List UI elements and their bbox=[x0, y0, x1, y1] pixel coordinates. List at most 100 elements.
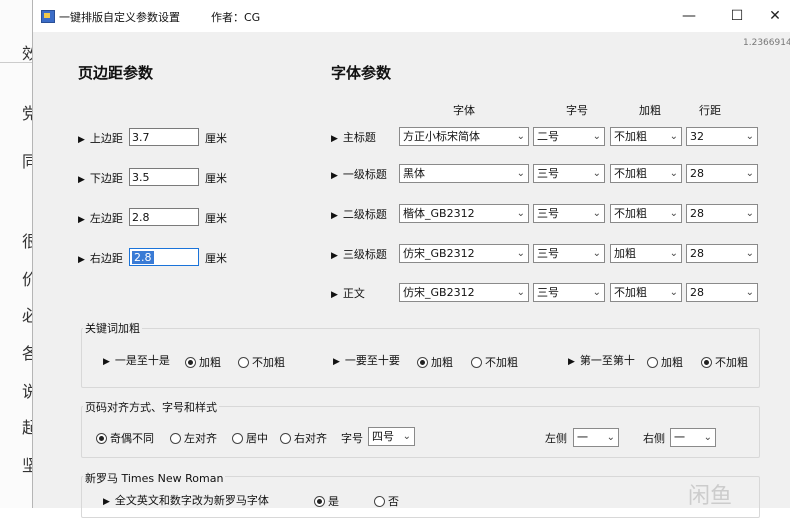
font-font-select[interactable]: 仿宋_GB2312 ⌄ bbox=[399, 283, 529, 302]
select-value: 32 bbox=[690, 130, 704, 143]
select-value: 不加粗 bbox=[614, 207, 647, 220]
select-value: 28 bbox=[690, 207, 704, 220]
arrow-icon: ▶ bbox=[568, 357, 575, 367]
times-font-radio[interactable]: 是 bbox=[314, 493, 339, 509]
times-font-row-label: ▶ 全文英文和数字改为新罗马字体 bbox=[103, 492, 269, 508]
font-row-label: ▶ 三级标题 bbox=[331, 246, 387, 262]
page-size-select[interactable]: 四号 ⌄ bbox=[368, 427, 415, 446]
page-align-radio[interactable]: 右对齐 bbox=[280, 430, 327, 446]
font-size-select[interactable]: 三号 ⌄ bbox=[533, 204, 605, 223]
radio-circle-icon bbox=[417, 357, 428, 368]
font-spacing-select[interactable]: 28 ⌄ bbox=[686, 204, 758, 223]
chevron-down-icon: ⌄ bbox=[592, 208, 601, 219]
font-spacing-select[interactable]: 28 ⌄ bbox=[686, 164, 758, 183]
margin-unit: 厘米 bbox=[205, 252, 227, 265]
arrow-icon: ▶ bbox=[78, 215, 85, 225]
radio-circle-icon bbox=[701, 357, 712, 368]
select-value: 三号 bbox=[537, 286, 559, 299]
document-divider bbox=[0, 62, 32, 63]
page-align-radio[interactable]: 居中 bbox=[232, 430, 268, 446]
font-bold-select[interactable]: 不加粗 ⌄ bbox=[610, 164, 682, 183]
font-row-label: ▶ 正文 bbox=[331, 285, 365, 301]
left-side-select[interactable]: 一 ⌄ bbox=[573, 428, 619, 447]
chevron-down-icon: ⌄ bbox=[669, 248, 678, 259]
margin-unit: 厘米 bbox=[205, 212, 227, 225]
chevron-down-icon: ⌄ bbox=[516, 168, 525, 179]
font-spacing-select[interactable]: 28 ⌄ bbox=[686, 283, 758, 302]
font-size-select[interactable]: 三号 ⌄ bbox=[533, 244, 605, 263]
right-side-select[interactable]: 一 ⌄ bbox=[670, 428, 716, 447]
watermark-logo: 闲鱼 bbox=[688, 484, 733, 509]
select-value: 三号 bbox=[537, 207, 559, 220]
page-align-radio[interactable]: 左对齐 bbox=[170, 430, 217, 446]
select-value: 加粗 bbox=[614, 247, 636, 260]
maximize-button[interactable]: ☐ bbox=[717, 4, 757, 28]
select-value: 不加粗 bbox=[614, 167, 647, 180]
radio-circle-icon bbox=[471, 357, 482, 368]
select-value: 一 bbox=[577, 431, 588, 444]
select-value: 28 bbox=[690, 286, 704, 299]
select-value: 28 bbox=[690, 247, 704, 260]
chevron-down-icon: ⌄ bbox=[592, 131, 601, 142]
font-size-select[interactable]: 三号 ⌄ bbox=[533, 283, 605, 302]
radio-label: 是 bbox=[328, 495, 339, 508]
font-font-select[interactable]: 楷体_GB2312 ⌄ bbox=[399, 204, 529, 223]
right-side-label: 右侧 bbox=[643, 432, 665, 445]
version-label: 1.2366914 bbox=[743, 38, 790, 48]
keyword-bold-radio[interactable]: 不加粗 bbox=[238, 354, 285, 370]
select-value: 三号 bbox=[537, 247, 559, 260]
radio-circle-icon bbox=[647, 357, 658, 368]
chevron-down-icon: ⌄ bbox=[703, 432, 712, 443]
font-spacing-select[interactable]: 32 ⌄ bbox=[686, 127, 758, 146]
radio-circle-icon bbox=[280, 433, 291, 444]
chevron-down-icon: ⌄ bbox=[745, 131, 754, 142]
font-bold-select[interactable]: 不加粗 ⌄ bbox=[610, 204, 682, 223]
close-button[interactable]: ✕ bbox=[759, 4, 790, 28]
font-font-select[interactable]: 仿宋_GB2312 ⌄ bbox=[399, 244, 529, 263]
radio-label: 不加粗 bbox=[715, 356, 748, 369]
chevron-down-icon: ⌄ bbox=[516, 208, 525, 219]
font-bold-select[interactable]: 加粗 ⌄ bbox=[610, 244, 682, 263]
radio-circle-icon bbox=[314, 496, 325, 507]
font-size-select[interactable]: 二号 ⌄ bbox=[533, 127, 605, 146]
keyword-bold-radio[interactable]: 不加粗 bbox=[701, 354, 748, 370]
margin-label: 上边距 bbox=[89, 132, 123, 145]
keyword-bold-title: 关键词加粗 bbox=[83, 320, 142, 336]
margin-unit: 厘米 bbox=[205, 132, 227, 145]
arrow-icon: ▶ bbox=[331, 171, 338, 181]
font-bold-select[interactable]: 不加粗 ⌄ bbox=[610, 283, 682, 302]
keyword-bold-radio[interactable]: 不加粗 bbox=[471, 354, 518, 370]
keyword-name: 第一至第十 bbox=[579, 354, 635, 367]
margin-input[interactable]: 2.8 bbox=[129, 248, 199, 266]
radio-label: 否 bbox=[388, 495, 399, 508]
margin-input[interactable]: 3.5 bbox=[129, 168, 199, 186]
times-font-row-text: 全文英文和数字改为新罗马字体 bbox=[114, 494, 269, 507]
chevron-down-icon: ⌄ bbox=[516, 131, 525, 142]
times-font-radio[interactable]: 否 bbox=[374, 493, 399, 509]
margin-input[interactable]: 2.8 bbox=[129, 208, 199, 226]
radio-circle-icon bbox=[170, 433, 181, 444]
margin-row-label: ▶ 右边距 bbox=[78, 250, 123, 266]
margin-input[interactable]: 3.7 bbox=[129, 128, 199, 146]
font-spacing-select[interactable]: 28 ⌄ bbox=[686, 244, 758, 263]
font-font-select[interactable]: 方正小标宋简体 ⌄ bbox=[399, 127, 529, 146]
minimize-button[interactable]: — bbox=[669, 4, 709, 28]
author-label: 作者：CG bbox=[211, 11, 261, 24]
page-align-radio[interactable]: 奇偶不同 bbox=[96, 430, 154, 446]
arrow-icon: ▶ bbox=[78, 175, 85, 185]
chevron-down-icon: ⌄ bbox=[402, 431, 411, 442]
keyword-group-label: ▶ 第一至第十 bbox=[568, 352, 635, 368]
margin-row-label: ▶ 左边距 bbox=[78, 210, 123, 226]
font-size-select[interactable]: 三号 ⌄ bbox=[533, 164, 605, 183]
keyword-bold-radio[interactable]: 加粗 bbox=[417, 354, 453, 370]
keyword-bold-radio[interactable]: 加粗 bbox=[647, 354, 683, 370]
margins-heading: 页边距参数 bbox=[78, 64, 154, 82]
radio-label: 不加粗 bbox=[485, 356, 518, 369]
font-bold-select[interactable]: 不加粗 ⌄ bbox=[610, 127, 682, 146]
radio-circle-icon bbox=[232, 433, 243, 444]
font-row-name: 主标题 bbox=[342, 131, 376, 144]
keyword-bold-radio[interactable]: 加粗 bbox=[185, 354, 221, 370]
font-font-select[interactable]: 黑体 ⌄ bbox=[399, 164, 529, 183]
arrow-icon: ▶ bbox=[331, 211, 338, 221]
margin-value: 3.7 bbox=[132, 131, 150, 144]
